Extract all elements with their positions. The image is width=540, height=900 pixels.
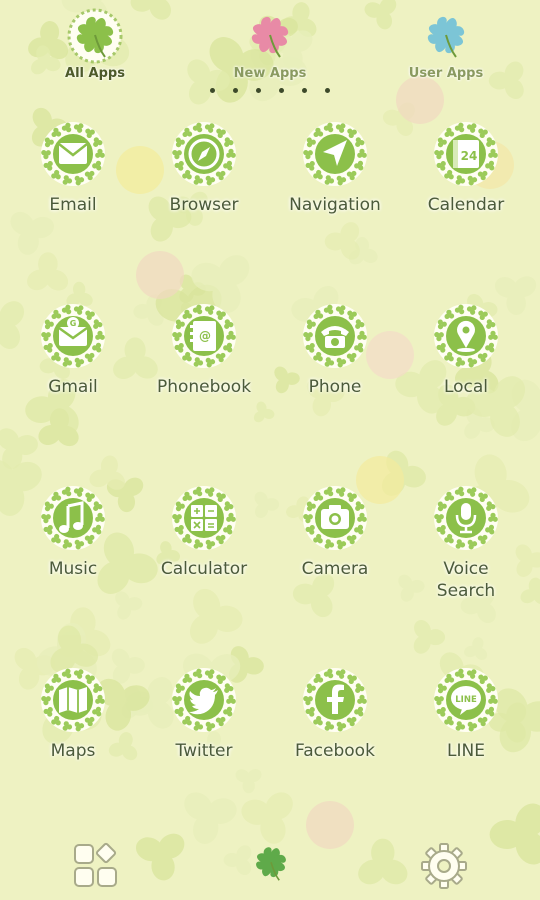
app-label: Gmail [48, 377, 98, 397]
page-dot [210, 88, 215, 93]
clover-pink-icon [251, 16, 289, 58]
clover-green-icon [67, 8, 123, 64]
app-phone[interactable]: Phone [270, 302, 400, 398]
app-icon-frame [301, 302, 369, 370]
clover-home-icon [256, 847, 286, 881]
gmail-envelope-icon: G [41, 304, 105, 368]
app-label: Email [49, 195, 97, 215]
page-dot [302, 88, 307, 93]
calculator-icon [172, 486, 236, 550]
app-email[interactable]: Email [8, 120, 138, 216]
app-line[interactable]: LINE LINE [401, 666, 531, 762]
app-icon-frame [39, 666, 107, 734]
twitter-bird-icon [172, 668, 236, 732]
app-facebook[interactable]: Facebook [270, 666, 400, 762]
tab-label: User Apps [408, 66, 484, 81]
music-note-icon [41, 486, 105, 550]
app-navigation[interactable]: Navigation [270, 120, 400, 216]
app-icon-frame [432, 484, 500, 552]
tab-all-apps[interactable]: All Apps [35, 8, 155, 81]
app-phonebook[interactable]: @ Phonebook [139, 302, 269, 398]
app-icon-frame [170, 666, 238, 734]
app-local[interactable]: Local [401, 302, 531, 398]
dock [0, 830, 540, 900]
tab-new-apps[interactable]: New Apps [210, 8, 330, 81]
telephone-icon [303, 304, 367, 368]
svg-text:G: G [70, 319, 77, 328]
page-indicator [0, 88, 540, 100]
app-label: Calendar [427, 195, 505, 215]
page-dot [256, 88, 261, 93]
app-category-tabs: All Apps New Apps User Apps [0, 0, 540, 90]
tab-user-apps[interactable]: User Apps [386, 8, 506, 81]
home-button[interactable] [248, 840, 294, 890]
app-icon-frame: @ [170, 302, 238, 370]
app-icon-frame [170, 484, 238, 552]
app-label: Local [443, 377, 489, 397]
app-icon-frame [39, 120, 107, 188]
widgets-grid-icon [74, 842, 117, 887]
camera-icon [303, 486, 367, 550]
app-label: Phonebook [156, 377, 252, 397]
app-label: Browser [169, 195, 239, 215]
app-camera[interactable]: Camera [270, 484, 400, 580]
facebook-f-icon [303, 668, 367, 732]
app-icon-frame [301, 484, 369, 552]
app-icon-frame: LINE [432, 666, 500, 734]
app-label: Voice Search [436, 559, 496, 601]
app-maps[interactable]: Maps [8, 666, 138, 762]
svg-text:@: @ [199, 329, 211, 343]
svg-text:LINE: LINE [455, 695, 477, 705]
app-icon-frame [301, 120, 369, 188]
app-icon-frame [301, 666, 369, 734]
settings-button[interactable] [420, 842, 468, 894]
settings-gear-icon [421, 843, 467, 889]
widgets-button[interactable] [72, 842, 120, 894]
app-icon-frame [432, 302, 500, 370]
app-icon-frame: G [39, 302, 107, 370]
compass-icon [172, 122, 236, 186]
app-gmail[interactable]: G Gmail [8, 302, 138, 398]
map-pin-icon [434, 304, 498, 368]
app-label: Facebook [295, 741, 375, 761]
navigation-arrow-icon [303, 122, 367, 186]
app-browser[interactable]: Browser [139, 120, 269, 216]
page-dot [279, 88, 284, 93]
app-label: Twitter [175, 741, 233, 761]
app-icon-frame: 24 [432, 120, 500, 188]
folded-map-icon [41, 668, 105, 732]
app-label: Navigation [289, 195, 381, 215]
clover-blue-icon [427, 16, 465, 58]
tab-label: New Apps [233, 66, 307, 81]
microphone-icon [434, 486, 498, 550]
app-icon-frame [170, 120, 238, 188]
app-label: Calculator [160, 559, 248, 579]
tab-label: All Apps [65, 66, 125, 81]
envelope-icon [41, 122, 105, 186]
app-label: Phone [308, 377, 362, 397]
app-calendar[interactable]: 24 Calendar [401, 120, 531, 216]
app-label: Maps [50, 741, 96, 761]
page-dot [325, 88, 330, 93]
app-icon-frame [39, 484, 107, 552]
address-book-icon: @ [172, 304, 236, 368]
line-bubble-icon: LINE [434, 668, 498, 732]
calendar-icon: 24 [434, 122, 498, 186]
svg-text:24: 24 [461, 149, 478, 163]
app-label: Camera [301, 559, 369, 579]
page-dot [233, 88, 238, 93]
app-label: Music [48, 559, 98, 579]
app-calculator[interactable]: Calculator [139, 484, 269, 580]
app-label: LINE [447, 741, 485, 761]
app-music[interactable]: Music [8, 484, 138, 580]
app-twitter[interactable]: Twitter [139, 666, 269, 762]
app-voice-search[interactable]: Voice Search [401, 484, 531, 602]
